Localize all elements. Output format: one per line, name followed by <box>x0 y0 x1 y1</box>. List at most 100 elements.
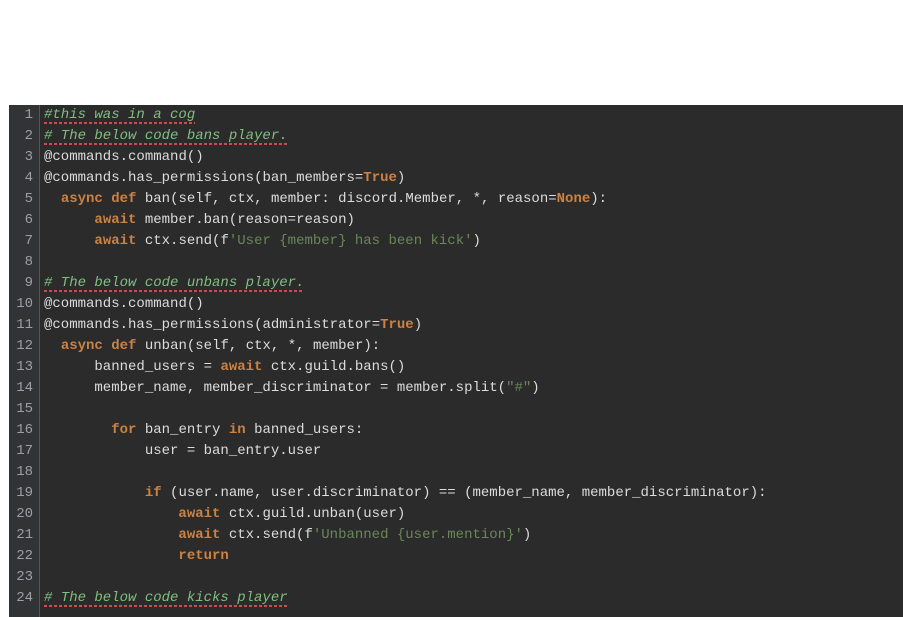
code-token: , <box>229 338 246 354</box>
code-line[interactable]: @commands.command() <box>44 147 903 168</box>
code-line[interactable]: async def unban(self, ctx, *, member): <box>44 336 903 357</box>
code-token: await <box>178 527 220 543</box>
code-token: ) <box>523 527 531 543</box>
code-token: , <box>212 191 229 207</box>
code-token: if <box>145 485 162 501</box>
line-number: 13 <box>9 357 33 378</box>
code-token: 'Unbanned {user.mention}' <box>313 527 523 543</box>
code-token <box>44 422 111 438</box>
code-token: ctx.guild.unban(user) <box>220 506 405 522</box>
code-token: ) <box>414 317 422 333</box>
code-token: await <box>178 506 220 522</box>
code-token: ) <box>473 233 481 249</box>
code-token <box>44 212 94 228</box>
line-number: 6 <box>9 210 33 231</box>
code-token: reason <box>498 191 548 207</box>
code-line[interactable]: # The below code unbans player. <box>44 273 903 294</box>
code-line[interactable]: return <box>44 546 903 567</box>
code-token: # The below code bans player. <box>44 128 288 144</box>
code-token: member <box>271 191 321 207</box>
line-number: 17 <box>9 441 33 462</box>
code-token: unban <box>145 338 187 354</box>
line-number: 1 <box>9 105 33 126</box>
line-number: 2 <box>9 126 33 147</box>
code-token: async <box>61 338 103 354</box>
code-token <box>44 527 178 543</box>
code-line[interactable] <box>44 462 903 483</box>
code-line[interactable]: # The below code bans player. <box>44 126 903 147</box>
code-token: "#" <box>506 380 531 396</box>
code-token: ) <box>397 170 405 186</box>
code-token: banned_users = <box>44 359 220 375</box>
code-token: @commands <box>44 170 120 186</box>
code-token: async <box>61 191 103 207</box>
line-number: 3 <box>9 147 33 168</box>
code-token: administrator <box>262 317 371 333</box>
code-token: . <box>120 317 128 333</box>
code-token: member <box>313 338 363 354</box>
code-token: @commands <box>44 317 120 333</box>
code-token <box>103 338 111 354</box>
code-line[interactable]: await member.ban(reason=reason) <box>44 210 903 231</box>
code-token <box>44 506 178 522</box>
code-line[interactable]: @commands.has_permissions(administrator=… <box>44 315 903 336</box>
line-number: 18 <box>9 462 33 483</box>
code-token <box>44 233 94 249</box>
code-editor[interactable]: 123456789101112131415161718192021222324 … <box>9 105 903 617</box>
code-token: await <box>220 359 262 375</box>
line-number: 9 <box>9 273 33 294</box>
code-token <box>44 338 61 354</box>
code-token: = <box>548 191 556 207</box>
code-line[interactable] <box>44 399 903 420</box>
code-token <box>44 548 178 564</box>
line-number: 20 <box>9 504 33 525</box>
code-line[interactable] <box>44 567 903 588</box>
code-token: (user.name, user.discriminator) == (memb… <box>162 485 767 501</box>
code-line[interactable]: await ctx.send(f'Unbanned {user.mention}… <box>44 525 903 546</box>
code-token: = <box>372 317 380 333</box>
code-token <box>136 338 144 354</box>
code-line[interactable]: async def ban(self, ctx, member: discord… <box>44 189 903 210</box>
code-token: discord.Member <box>338 191 456 207</box>
line-number: 4 <box>9 168 33 189</box>
code-line[interactable]: member_name, member_discriminator = memb… <box>44 378 903 399</box>
code-token: has_permissions <box>128 317 254 333</box>
code-token: self <box>195 338 229 354</box>
code-line[interactable]: # The below code kicks player <box>44 588 903 609</box>
code-token: banned_users: <box>246 422 364 438</box>
code-token: await <box>94 233 136 249</box>
code-token: None <box>557 191 591 207</box>
code-line[interactable]: @commands.has_permissions(ban_members=Tr… <box>44 168 903 189</box>
code-line[interactable]: banned_users = await ctx.guild.bans() <box>44 357 903 378</box>
code-token: , *, <box>456 191 498 207</box>
code-token: ctx.send( <box>136 233 220 249</box>
code-token: user = ban_entry.user <box>44 443 321 459</box>
code-token: def <box>111 338 136 354</box>
line-number-gutter: 123456789101112131415161718192021222324 <box>9 105 40 617</box>
code-token: member.ban(reason=reason) <box>136 212 354 228</box>
code-token: () <box>187 296 204 312</box>
code-line[interactable]: await ctx.guild.unban(user) <box>44 504 903 525</box>
code-token: return <box>178 548 228 564</box>
code-token: f <box>220 233 228 249</box>
line-number: 24 <box>9 588 33 609</box>
code-content[interactable]: #this was in a cog # The below code bans … <box>40 105 903 617</box>
code-token: True <box>380 317 414 333</box>
code-line[interactable]: for ban_entry in banned_users: <box>44 420 903 441</box>
code-token: : <box>321 191 338 207</box>
code-token: ctx <box>229 191 254 207</box>
code-token: . <box>120 149 128 165</box>
code-token: command <box>128 149 187 165</box>
code-line[interactable]: @commands.command() <box>44 294 903 315</box>
line-number: 14 <box>9 378 33 399</box>
code-token: f <box>304 527 312 543</box>
code-line[interactable]: user = ban_entry.user <box>44 441 903 462</box>
code-line[interactable]: #this was in a cog <box>44 105 903 126</box>
code-token: ban <box>145 191 170 207</box>
line-number: 11 <box>9 315 33 336</box>
code-line[interactable] <box>44 252 903 273</box>
code-token: ): <box>363 338 380 354</box>
code-line[interactable]: await ctx.send(f'User {member} has been … <box>44 231 903 252</box>
code-token: has_permissions <box>128 170 254 186</box>
code-line[interactable]: if (user.name, user.discriminator) == (m… <box>44 483 903 504</box>
